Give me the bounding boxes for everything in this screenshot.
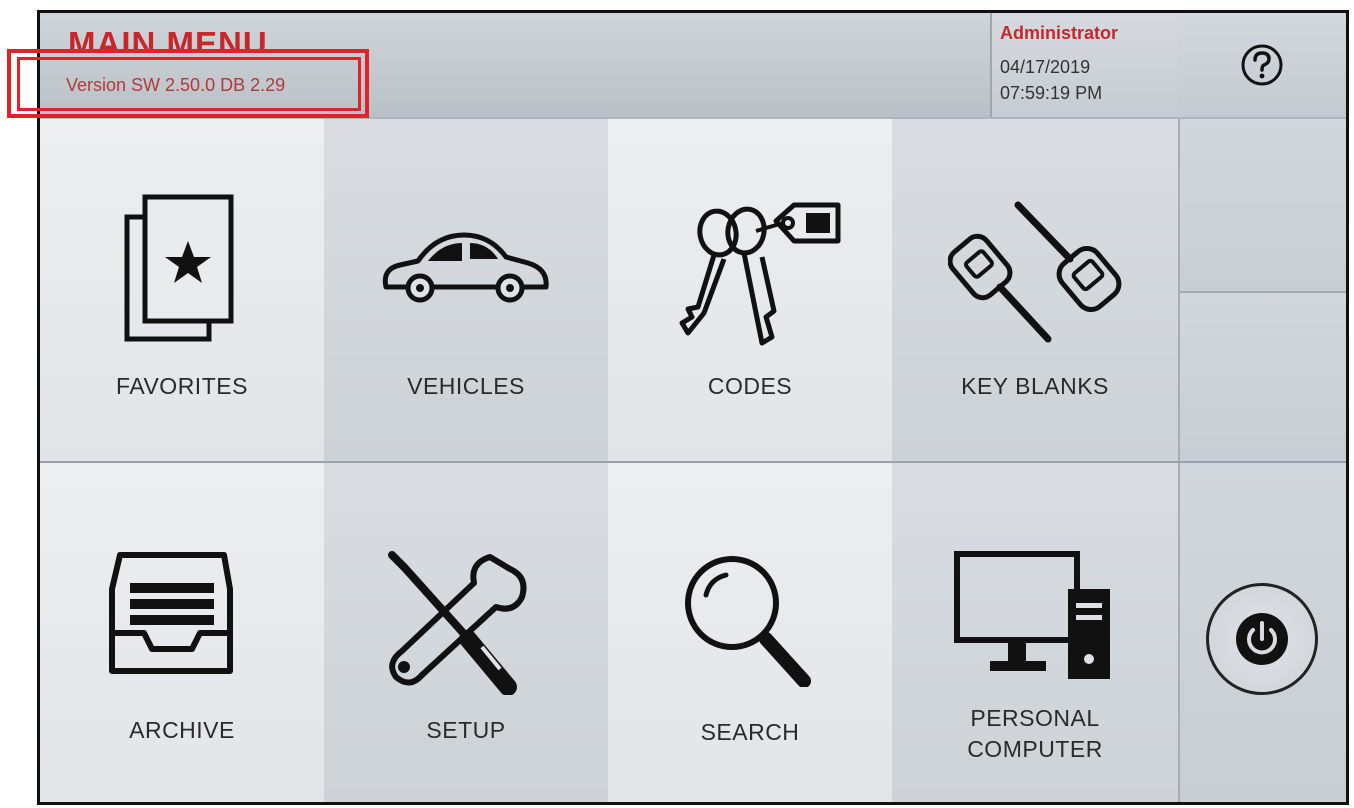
archive-tile[interactable]: ARCHIVE [40,463,324,802]
setup-label: SETUP [426,717,506,743]
search-tile[interactable]: SEARCH [608,463,892,802]
question-mark-icon [1241,44,1283,86]
vehicles-label: VEHICLES [407,373,525,399]
power-icon [1236,613,1288,665]
key-blanks-icon [948,201,1122,343]
user-panel: Administrator 04/17/2019 07:59:19 PM [990,13,1182,117]
codes-tile[interactable]: CODES [608,119,892,461]
favorites-tile[interactable]: FAVORITES [40,119,324,461]
codes-label: CODES [707,373,793,399]
tools-icon [388,551,527,695]
search-label: SEARCH [700,719,800,745]
magnifier-icon [685,556,811,687]
time-display: 07:59:19 PM [1000,83,1103,103]
key-blanks-tile[interactable]: KEY BLANKS [892,119,1178,461]
car-icon [382,232,549,303]
sidebar-cell-middle [1178,291,1346,461]
vehicles-tile[interactable]: VEHICLES [324,119,608,461]
archive-tray-icon [109,552,233,674]
keys-with-tag-icon [679,202,841,346]
key-blanks-label: KEY BLANKS [961,373,1109,399]
archive-label: ARCHIVE [129,717,235,743]
favorites-icon [124,194,234,342]
desktop-computer-icon [954,551,1110,679]
power-button[interactable] [1206,583,1318,695]
setup-tile[interactable]: SETUP [324,463,608,802]
user-role: Administrator [1000,23,1119,43]
personal-computer-label-line2: COMPUTER [967,736,1103,762]
version-highlight-inner [17,57,361,111]
personal-computer-label: PERSONAL COMPUTER [892,703,1178,765]
main-menu-screen: MAIN MENU Version SW 2.50.0 DB 2.29 Admi… [37,10,1349,805]
help-button[interactable] [1178,13,1346,117]
date-display: 04/17/2019 [1000,57,1091,77]
sidebar-cell-top [1178,119,1346,291]
personal-computer-label-line1: PERSONAL [970,705,1100,731]
favorites-label: FAVORITES [116,373,248,399]
personal-computer-tile[interactable]: PERSONAL COMPUTER [892,463,1178,802]
